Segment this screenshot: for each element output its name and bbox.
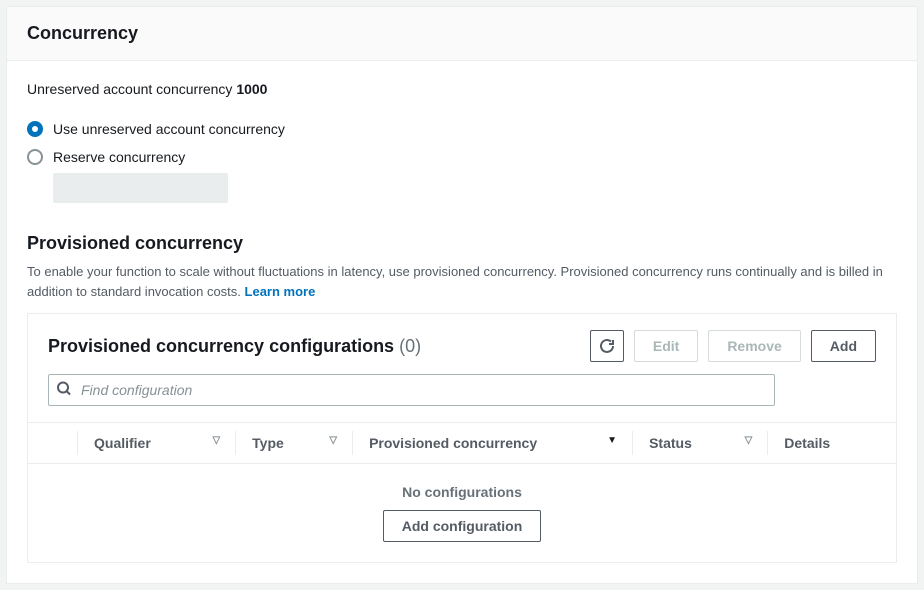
column-details-label: Details: [784, 435, 830, 451]
column-type[interactable]: Type ▽: [236, 423, 353, 464]
unreserved-account-value: 1000: [236, 81, 267, 97]
config-title: Provisioned concurrency configurations: [48, 336, 399, 356]
radio-option-unreserved[interactable]: Use unreserved account concurrency: [27, 121, 897, 137]
unreserved-account-line: Unreserved account concurrency 1000: [27, 81, 897, 97]
radio-label-reserve: Reserve concurrency: [53, 149, 185, 165]
page-title: Concurrency: [27, 23, 897, 44]
learn-more-link[interactable]: Learn more: [245, 284, 316, 299]
column-details: Details: [768, 423, 896, 464]
column-qualifier-label: Qualifier: [94, 435, 151, 451]
radio-label-unreserved: Use unreserved account concurrency: [53, 121, 285, 137]
config-header: Provisioned concurrency configurations (…: [28, 314, 896, 406]
empty-message: No configurations: [48, 484, 876, 500]
reserve-concurrency-input: [53, 173, 228, 203]
empty-state-row: No configurations Add configuration: [28, 464, 896, 563]
column-status[interactable]: Status ▽: [633, 423, 768, 464]
edit-button[interactable]: Edit: [634, 330, 698, 362]
unreserved-account-label: Unreserved account concurrency: [27, 81, 236, 97]
refresh-icon: [599, 338, 615, 354]
column-type-label: Type: [252, 435, 284, 451]
configurations-table: Qualifier ▽ Type ▽ Provisioned concurren…: [28, 422, 896, 562]
config-count: (0): [399, 336, 421, 356]
sort-icon: ▽: [212, 435, 220, 446]
radio-option-reserve[interactable]: Reserve concurrency: [27, 149, 897, 165]
search-input[interactable]: [48, 374, 775, 406]
provisioned-concurrency-description: To enable your function to scale without…: [27, 262, 897, 301]
radio-icon: [27, 149, 43, 165]
config-title-row: Provisioned concurrency configurations (…: [48, 330, 876, 362]
radio-icon: [27, 121, 43, 137]
refresh-button[interactable]: [590, 330, 624, 362]
concurrency-panel: Concurrency Unreserved account concurren…: [6, 6, 918, 584]
add-button[interactable]: Add: [811, 330, 876, 362]
configurations-box: Provisioned concurrency configurations (…: [27, 313, 897, 563]
table-header-row: Qualifier ▽ Type ▽ Provisioned concurren…: [28, 423, 896, 464]
panel-header: Concurrency: [7, 7, 917, 61]
column-provisioned-label: Provisioned concurrency: [369, 435, 537, 451]
sort-icon: ▼: [607, 435, 617, 446]
config-title-wrap: Provisioned concurrency configurations (…: [48, 336, 421, 357]
remove-button[interactable]: Remove: [708, 330, 800, 362]
search-icon: [56, 381, 72, 400]
provisioned-concurrency-title: Provisioned concurrency: [27, 233, 897, 254]
sort-icon: ▽: [329, 435, 337, 446]
provisioned-desc-text: To enable your function to scale without…: [27, 264, 883, 299]
panel-body: Unreserved account concurrency 1000 Use …: [7, 61, 917, 583]
column-provisioned[interactable]: Provisioned concurrency ▼: [353, 423, 633, 464]
column-qualifier[interactable]: Qualifier ▽: [78, 423, 236, 464]
column-select: [28, 423, 78, 464]
add-configuration-button[interactable]: Add configuration: [383, 510, 542, 542]
search-wrap: [48, 374, 876, 406]
column-status-label: Status: [649, 435, 692, 451]
sort-icon: ▽: [745, 435, 753, 446]
config-buttons: Edit Remove Add: [590, 330, 876, 362]
